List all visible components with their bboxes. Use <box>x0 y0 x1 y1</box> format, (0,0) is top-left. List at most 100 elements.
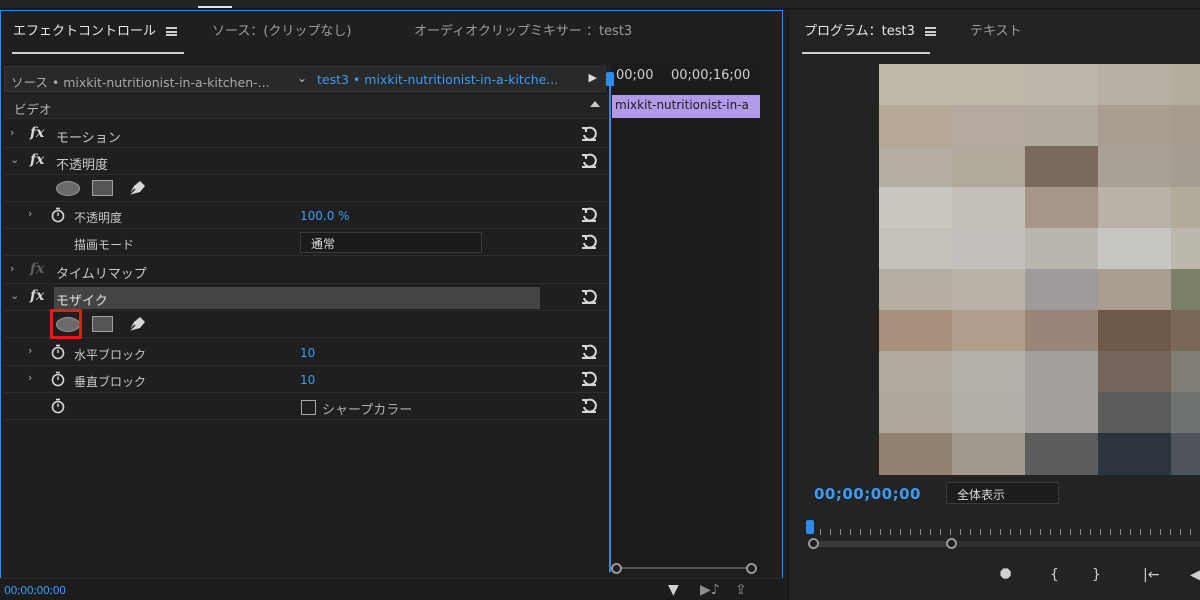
scrollbar-thumb[interactable] <box>813 541 956 547</box>
mosaic-block <box>1098 105 1172 147</box>
scrollbar-start-handle[interactable] <box>611 563 622 574</box>
mosaic-block <box>1025 187 1099 229</box>
ruler-tick <box>1060 529 1061 535</box>
h-blocks-value[interactable]: 10 <box>300 346 315 360</box>
mosaic-block <box>1171 433 1200 475</box>
stopwatch-icon[interactable] <box>51 371 65 387</box>
ruler-tick <box>990 529 991 535</box>
program-playhead[interactable] <box>806 520 814 534</box>
mosaic-block <box>952 433 1026 475</box>
mark-out-icon[interactable]: } <box>1092 567 1101 583</box>
mark-in-icon[interactable]: { <box>1050 567 1059 583</box>
tab-source[interactable]: ソース：(クリップなし) <box>212 20 352 39</box>
fx-icon[interactable]: fx <box>30 152 44 168</box>
export-icon[interactable]: ⇪ <box>735 582 747 598</box>
effect-row-mosaic[interactable]: ⌄ fx モザイク <box>4 284 608 311</box>
sequence-clip-label[interactable]: test3 • mixkit-nutritionist-in-a-kitche.… <box>317 72 558 87</box>
timeline-zoom-scrollbar[interactable] <box>611 561 759 575</box>
scrollbar-end-handle[interactable] <box>746 563 757 574</box>
mosaic-block <box>952 64 1026 106</box>
playhead-handle[interactable] <box>606 72 614 86</box>
stopwatch-icon[interactable] <box>51 398 65 414</box>
stopwatch-icon[interactable] <box>51 207 65 223</box>
timeline-clip[interactable]: mixkit-nutritionist-in-a <box>612 95 760 118</box>
reset-icon[interactable] <box>580 288 598 306</box>
mosaic-block <box>879 269 953 311</box>
pen-mask-icon[interactable] <box>126 178 148 198</box>
reset-icon[interactable] <box>580 152 598 170</box>
reset-icon[interactable] <box>580 206 598 224</box>
sharp-color-row[interactable]: シャープカラー <box>4 393 608 420</box>
ellipse-mask-icon[interactable] <box>56 181 80 196</box>
v-blocks-row[interactable]: › 垂直ブロック 10 <box>4 366 608 393</box>
effect-timecode[interactable]: 00;00;00;00 <box>4 584 66 597</box>
effect-row-motion[interactable]: › fx モーション <box>4 121 608 148</box>
tab-program[interactable]: プログラム：test3 <box>804 20 936 39</box>
blend-mode-label: 描画モード <box>74 238 135 252</box>
mosaic-block <box>879 105 953 147</box>
effect-row-time-remap[interactable]: › fx タイムリマップ <box>4 257 608 284</box>
stopwatch-icon[interactable] <box>51 344 65 360</box>
chevron-right-icon[interactable]: › <box>10 126 14 139</box>
blend-mode-select[interactable]: 通常 ⌄ <box>300 232 482 253</box>
effect-timeline-area[interactable]: 00;00 00;00;16;00 <box>609 64 761 574</box>
go-to-in-icon[interactable]: |← <box>1143 567 1159 583</box>
mosaic-block <box>952 392 1026 434</box>
mosaic-block <box>1098 310 1172 352</box>
playhead-line[interactable] <box>609 72 611 572</box>
h-blocks-row[interactable]: › 水平ブロック 10 <box>4 339 608 366</box>
program-video-preview[interactable] <box>879 64 1200 475</box>
panel-menu-icon[interactable] <box>166 27 178 36</box>
opacity-prop-label: 不透明度 <box>74 211 123 225</box>
rectangle-mask-icon[interactable] <box>92 316 113 332</box>
zoom-fit-select[interactable]: 全体表示 ⌄ <box>946 482 1059 504</box>
filter-icon[interactable]: ▼ <box>668 582 679 598</box>
reset-icon[interactable] <box>580 125 598 143</box>
effect-row-opacity[interactable]: ⌄ fx 不透明度 <box>4 148 608 175</box>
mosaic-mask-tools <box>4 309 608 339</box>
opacity-mask-tools <box>4 175 608 202</box>
panel-menu-icon[interactable] <box>924 27 936 36</box>
chevron-right-icon[interactable]: › <box>10 262 14 275</box>
scrollbar-end-handle[interactable] <box>946 538 957 549</box>
program-zoom-scrollbar[interactable] <box>808 537 1200 551</box>
program-timecode[interactable]: 00;00;00;00 <box>814 485 921 503</box>
fx-icon[interactable]: fx <box>30 288 44 304</box>
reset-icon[interactable] <box>580 343 598 361</box>
reset-icon[interactable] <box>580 233 598 251</box>
play-audio-icon[interactable]: ▶♪ <box>700 582 720 598</box>
ruler-tick <box>950 529 951 535</box>
video-section-label: ビデオ <box>14 102 52 117</box>
scrollbar-start-handle[interactable] <box>808 538 819 549</box>
reset-icon[interactable] <box>580 397 598 415</box>
mosaic-block <box>1171 228 1200 270</box>
chevron-down-icon[interactable]: ⌄ <box>10 153 19 166</box>
mosaic-block <box>1171 392 1200 434</box>
play-triangle-icon[interactable]: ▶ <box>589 71 597 84</box>
tab-text[interactable]: テキスト <box>970 20 1022 39</box>
tab-effect-controls[interactable]: エフェクトコントロール <box>13 20 178 39</box>
opacity-value[interactable]: 100.0 % <box>300 209 350 223</box>
mosaic-block <box>1171 105 1200 147</box>
pen-mask-icon[interactable] <box>126 314 148 334</box>
sharp-color-checkbox[interactable] <box>301 400 316 415</box>
rectangle-mask-icon[interactable] <box>92 180 113 196</box>
chevron-right-icon[interactable]: › <box>28 207 32 220</box>
tab-audio-mixer[interactable]: オーディオクリップミキサー ：test3 <box>414 20 632 39</box>
source-clip-label[interactable]: ソース • mixkit-nutritionist-in-a-kitchen-.… <box>11 72 270 91</box>
chevron-right-icon[interactable]: › <box>28 371 32 384</box>
opacity-property-row[interactable]: › 不透明度 100.0 % <box>4 202 608 229</box>
reset-icon[interactable] <box>580 370 598 388</box>
add-marker-icon[interactable]: ⯃ <box>1000 567 1011 583</box>
chevron-down-icon[interactable]: ⌄ <box>10 289 19 302</box>
fx-icon[interactable]: fx <box>30 125 44 141</box>
ruler-tick <box>860 529 861 535</box>
chevron-right-icon[interactable]: › <box>28 344 32 357</box>
chevron-down-icon[interactable]: ⌄ <box>297 71 307 85</box>
collapse-up-icon[interactable] <box>590 101 600 107</box>
step-back-icon[interactable]: ◀ <box>1190 567 1200 583</box>
mosaic-label: モザイク <box>56 294 108 309</box>
clip-selector-row: ソース • mixkit-nutritionist-in-a-kitchen-.… <box>4 66 606 92</box>
scrollbar-track <box>619 567 751 569</box>
v-blocks-value[interactable]: 10 <box>300 373 315 387</box>
